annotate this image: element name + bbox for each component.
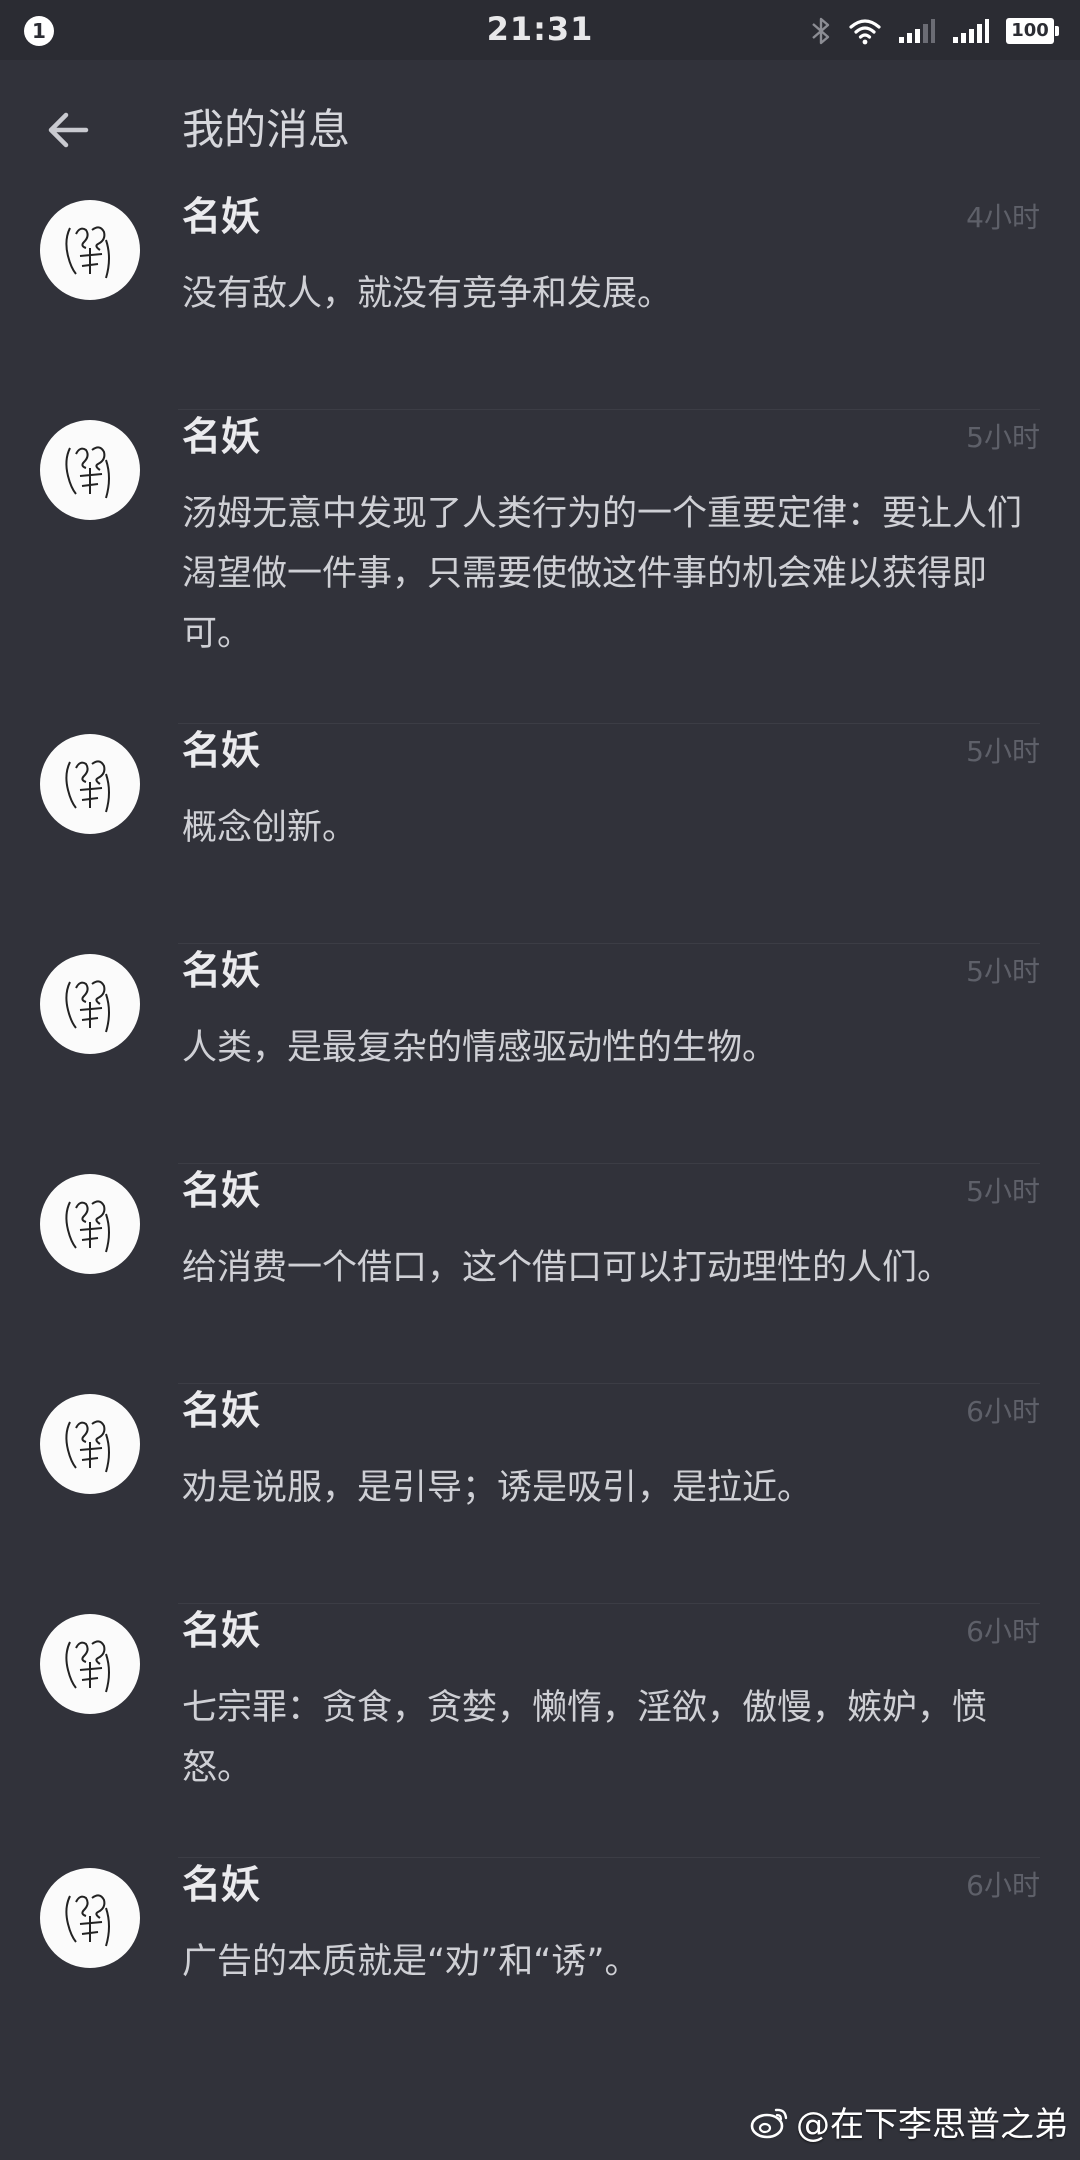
- signal-icon: [899, 19, 935, 43]
- weibo-icon: [750, 2108, 788, 2138]
- sender-name: 名妖: [182, 729, 261, 774]
- signal-2-icon: [953, 19, 989, 43]
- watermark: @在下李思普之弟: [750, 2097, 1068, 2146]
- avatar-signature-icon: [65, 980, 110, 1033]
- message-item[interactable]: 名妖 5小时汤姆无意中发现了人类行为的一个重要定律：要让人们渴望做一件事，只需要使…: [0, 410, 1080, 724]
- message-item[interactable]: 名妖 4小时没有敌人，就没有竞争和发展。: [0, 190, 1080, 410]
- page-title: 我的消息: [182, 105, 351, 154]
- message-time: 4小时: [966, 201, 1040, 234]
- status-icons: 100: [810, 14, 1059, 48]
- avatar-signature-icon: [65, 1200, 110, 1253]
- message-text: 概念创新。: [182, 808, 358, 848]
- sender-name: 名妖: [182, 415, 261, 460]
- message-list: 名妖 4小时 没有敌人，就没有竞争和发展。 名妖 5小时 汤姆无意中发现了人类行为的一个重…: [0, 190, 1080, 2078]
- message-time: 5小时: [966, 955, 1040, 988]
- sender-name: 名妖: [182, 1169, 261, 1214]
- message-text: 广告的本质就是“劝”和“诱”。: [182, 1942, 640, 1982]
- avatar[interactable]: [40, 1174, 140, 1274]
- message-item[interactable]: 名妖 6小时广告的本质就是“劝”和“诱”。: [0, 1858, 1080, 2078]
- message-time: 6小时: [966, 1615, 1040, 1648]
- message-time: 6小时: [966, 1395, 1040, 1428]
- avatar-signature-icon: [65, 760, 110, 813]
- status-bar: 1 21:31 100: [0, 0, 1080, 60]
- avatar[interactable]: [40, 954, 140, 1054]
- watermark-text: @在下李思普之弟: [796, 2105, 1068, 2145]
- avatar-signature-icon: [65, 1640, 110, 1693]
- message-text: 人类，是最复杂的情感驱动性的生物。: [182, 1028, 778, 1068]
- bluetooth-icon: [812, 17, 830, 45]
- avatar[interactable]: [40, 1868, 140, 1968]
- battery-indicator: 100: [1006, 18, 1059, 44]
- avatar-signature-icon: [65, 446, 110, 499]
- sender-name: 名妖: [182, 195, 261, 240]
- sender-name: 名妖: [182, 1389, 261, 1434]
- message-time: 5小时: [966, 735, 1040, 768]
- back-arrow-icon: [48, 112, 89, 148]
- avatar[interactable]: [40, 734, 140, 834]
- message-text: 没有敌人，就没有竞争和发展。: [182, 274, 673, 314]
- avatar-signature-icon: [65, 1420, 110, 1473]
- message-item[interactable]: 名妖 5小时给消费一个借口，这个借口可以打动理性的人们。: [0, 1164, 1080, 1384]
- sender-name: 名妖: [182, 1863, 261, 1908]
- message-time: 5小时: [966, 1175, 1040, 1208]
- message-item[interactable]: 名妖 6小时七宗罪：贪食，贪婪，懒惰，淫欲，傲慢，嫉妒，愤怒。: [0, 1604, 1080, 1858]
- wifi-icon: [849, 19, 881, 45]
- message-text: 七宗罪：贪食，贪婪，懒惰，淫欲，傲慢，嫉妒，愤怒。: [182, 1688, 988, 1788]
- sender-name: 名妖: [182, 1609, 261, 1654]
- message-time: 6小时: [966, 1869, 1040, 1902]
- avatar[interactable]: [40, 1614, 140, 1714]
- sender-name: 名妖: [182, 949, 261, 994]
- message-item[interactable]: 名妖 5小时概念创新。: [0, 724, 1080, 944]
- back-button[interactable]: [36, 98, 100, 162]
- message-item[interactable]: 名妖 6小时劝是说服，是引导；诱是吸引，是拉近。: [0, 1384, 1080, 1604]
- avatar[interactable]: [40, 420, 140, 520]
- message-item[interactable]: 名妖 5小时人类，是最复杂的情感驱动性的生物。: [0, 944, 1080, 1164]
- avatar[interactable]: [40, 1394, 140, 1494]
- message-text: 给消费一个借口，这个借口可以打动理性的人们。: [182, 1248, 953, 1288]
- message-time: 5小时: [966, 421, 1040, 454]
- avatar-signature-icon: [65, 226, 110, 279]
- app-header: 我的消息: [0, 60, 1080, 200]
- message-text: 汤姆无意中发现了人类行为的一个重要定律：要让人们渴望做一件事，只需要使做这件事的…: [182, 494, 1023, 654]
- avatar[interactable]: [40, 200, 140, 300]
- message-text: 劝是说服，是引导；诱是吸引，是拉近。: [182, 1468, 813, 1508]
- avatar-signature-icon: [65, 1894, 110, 1947]
